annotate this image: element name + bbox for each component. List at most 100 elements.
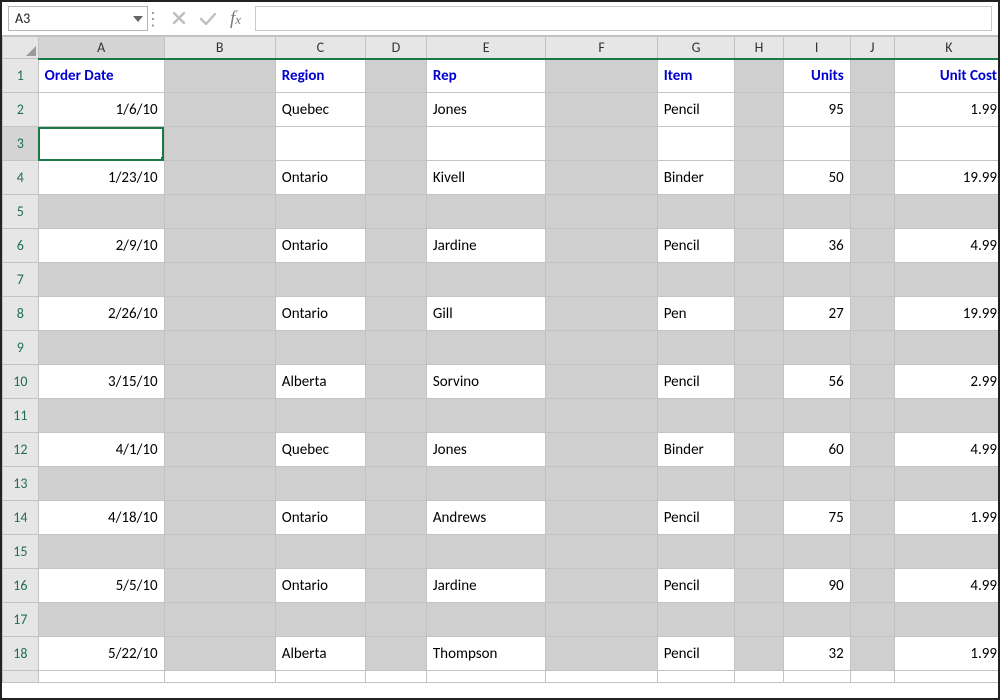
cell-J10[interactable] bbox=[850, 365, 894, 399]
cell-H8[interactable] bbox=[735, 297, 783, 331]
cell-F3[interactable] bbox=[546, 127, 657, 161]
cell-D2[interactable] bbox=[366, 93, 427, 127]
cell-K9[interactable] bbox=[894, 331, 998, 365]
cell-K10[interactable]: 2.99 bbox=[894, 365, 998, 399]
cell-K8[interactable]: 19.99 bbox=[894, 297, 998, 331]
cell-I18[interactable]: 32 bbox=[783, 637, 850, 671]
cell-E18[interactable]: Thompson bbox=[426, 637, 546, 671]
cell-B11[interactable] bbox=[164, 399, 275, 433]
cell-I5[interactable] bbox=[783, 195, 850, 229]
cell-E19[interactable] bbox=[426, 671, 546, 683]
cell-H10[interactable] bbox=[735, 365, 783, 399]
cell-C6[interactable]: Ontario bbox=[275, 229, 365, 263]
cell-H1[interactable] bbox=[735, 59, 783, 93]
cell-D7[interactable] bbox=[366, 263, 427, 297]
row-header-3[interactable]: 3 bbox=[3, 127, 39, 161]
cell-B4[interactable] bbox=[164, 161, 275, 195]
cell-D13[interactable] bbox=[366, 467, 427, 501]
cell-K14[interactable]: 1.99 bbox=[894, 501, 998, 535]
cell-I12[interactable]: 60 bbox=[783, 433, 850, 467]
cell-A17[interactable] bbox=[38, 603, 164, 637]
cell-B15[interactable] bbox=[164, 535, 275, 569]
cell-K2[interactable]: 1.99 bbox=[894, 93, 998, 127]
cell-G14[interactable]: Pencil bbox=[657, 501, 735, 535]
cell-A6[interactable]: 2/9/10 bbox=[38, 229, 164, 263]
cell-J2[interactable] bbox=[850, 93, 894, 127]
cell-J4[interactable] bbox=[850, 161, 894, 195]
cell-F5[interactable] bbox=[546, 195, 657, 229]
cell-F8[interactable] bbox=[546, 297, 657, 331]
cell-I8[interactable]: 27 bbox=[783, 297, 850, 331]
cell-I13[interactable] bbox=[783, 467, 850, 501]
cell-B7[interactable] bbox=[164, 263, 275, 297]
cell-K17[interactable] bbox=[894, 603, 998, 637]
cell-C1[interactable]: Region bbox=[275, 59, 365, 93]
cell-H18[interactable] bbox=[735, 637, 783, 671]
cell-D18[interactable] bbox=[366, 637, 427, 671]
cell-E12[interactable]: Jones bbox=[426, 433, 546, 467]
cell-K19[interactable] bbox=[894, 671, 998, 683]
row-header-16[interactable]: 16 bbox=[3, 569, 39, 603]
cell-E8[interactable]: Gill bbox=[426, 297, 546, 331]
cell-G4[interactable]: Binder bbox=[657, 161, 735, 195]
cell-J1[interactable] bbox=[850, 59, 894, 93]
cell-I19[interactable] bbox=[783, 671, 850, 683]
cell-F2[interactable] bbox=[546, 93, 657, 127]
cell-A19[interactable] bbox=[38, 671, 164, 683]
cell-A9[interactable] bbox=[38, 331, 164, 365]
col-header-G[interactable]: G bbox=[657, 37, 735, 59]
cell-E5[interactable] bbox=[426, 195, 546, 229]
cell-I15[interactable] bbox=[783, 535, 850, 569]
row-header-5[interactable]: 5 bbox=[3, 195, 39, 229]
cell-G12[interactable]: Binder bbox=[657, 433, 735, 467]
cell-B14[interactable] bbox=[164, 501, 275, 535]
cell-F4[interactable] bbox=[546, 161, 657, 195]
cell-A5[interactable] bbox=[38, 195, 164, 229]
cell-J13[interactable] bbox=[850, 467, 894, 501]
cell-F11[interactable] bbox=[546, 399, 657, 433]
cell-J7[interactable] bbox=[850, 263, 894, 297]
cell-E13[interactable] bbox=[426, 467, 546, 501]
cell-J8[interactable] bbox=[850, 297, 894, 331]
cell-B18[interactable] bbox=[164, 637, 275, 671]
cell-I6[interactable]: 36 bbox=[783, 229, 850, 263]
cell-H13[interactable] bbox=[735, 467, 783, 501]
cell-D10[interactable] bbox=[366, 365, 427, 399]
cell-H19[interactable] bbox=[735, 671, 783, 683]
cell-A14[interactable]: 4/18/10 bbox=[38, 501, 164, 535]
cell-F6[interactable] bbox=[546, 229, 657, 263]
cell-F14[interactable] bbox=[546, 501, 657, 535]
cell-H7[interactable] bbox=[735, 263, 783, 297]
row-header-18[interactable]: 18 bbox=[3, 637, 39, 671]
cell-H2[interactable] bbox=[735, 93, 783, 127]
cell-J9[interactable] bbox=[850, 331, 894, 365]
cell-H14[interactable] bbox=[735, 501, 783, 535]
cell-D17[interactable] bbox=[366, 603, 427, 637]
cell-C17[interactable] bbox=[275, 603, 365, 637]
cell-G7[interactable] bbox=[657, 263, 735, 297]
name-box[interactable]: A3 bbox=[8, 6, 148, 31]
cell-J12[interactable] bbox=[850, 433, 894, 467]
cell-J5[interactable] bbox=[850, 195, 894, 229]
cell-K4[interactable]: 19.99 bbox=[894, 161, 998, 195]
cell-B9[interactable] bbox=[164, 331, 275, 365]
cell-C15[interactable] bbox=[275, 535, 365, 569]
cell-G6[interactable]: Pencil bbox=[657, 229, 735, 263]
cell-A7[interactable] bbox=[38, 263, 164, 297]
cell-D19[interactable] bbox=[366, 671, 427, 683]
cell-D8[interactable] bbox=[366, 297, 427, 331]
cell-B12[interactable] bbox=[164, 433, 275, 467]
cell-A3[interactable] bbox=[38, 127, 164, 161]
row-header-2[interactable]: 2 bbox=[3, 93, 39, 127]
cell-J19[interactable] bbox=[850, 671, 894, 683]
cell-E7[interactable] bbox=[426, 263, 546, 297]
row-header-9[interactable]: 9 bbox=[3, 331, 39, 365]
cell-I1[interactable]: Units bbox=[783, 59, 850, 93]
col-header-I[interactable]: I bbox=[783, 37, 850, 59]
cell-B6[interactable] bbox=[164, 229, 275, 263]
cell-G13[interactable] bbox=[657, 467, 735, 501]
cell-H11[interactable] bbox=[735, 399, 783, 433]
cell-E16[interactable]: Jardine bbox=[426, 569, 546, 603]
cell-G18[interactable]: Pencil bbox=[657, 637, 735, 671]
cell-A2[interactable]: 1/6/10 bbox=[38, 93, 164, 127]
